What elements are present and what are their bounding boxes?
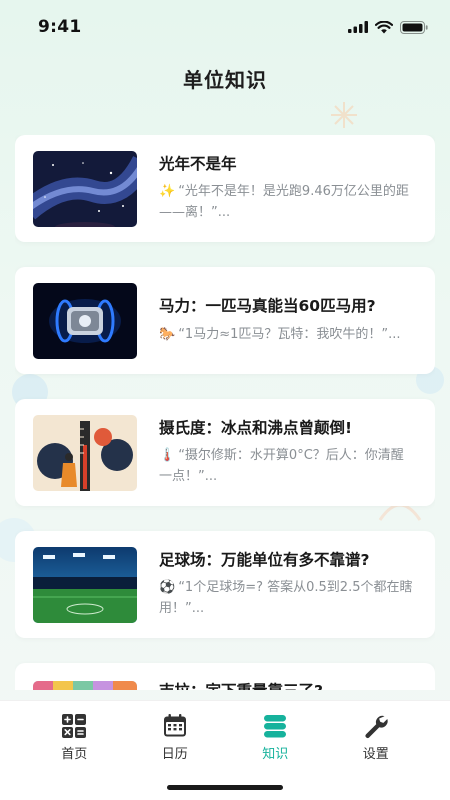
article-text: 吉拉：宇下重量靠三了? [159, 681, 415, 690]
article-title: 光年不是年 [159, 155, 237, 174]
calendar-icon [163, 714, 186, 737]
tab-settings[interactable]: 设置 [331, 713, 421, 800]
article-title: 足球场：万能单位有多不靠谱? [159, 551, 370, 570]
thermometer-icon: 🌡️ [159, 448, 176, 464]
article-text: 摄氏度：冰点和沸点曾颠倒! 🌡️ “摄尔修斯：水开算0°C？后人：你清醒一点！”.… [159, 418, 415, 486]
knowledge-icon [264, 715, 287, 738]
wifi-icon [375, 20, 393, 33]
article-card[interactable]: 摄氏度：冰点和沸点曾颠倒! 🌡️ “摄尔修斯：水开算0°C？后人：你清醒一点！”.… [15, 399, 435, 506]
soccer-ball-icon: ⚽ [159, 580, 176, 596]
battery-icon [400, 20, 428, 34]
signal-icon [348, 21, 368, 33]
tab-home[interactable]: 首页 [29, 713, 119, 800]
article-title: 吉拉：宇下重量靠三了? [159, 681, 415, 690]
tab-label: 知识 [262, 747, 289, 762]
calculator-icon [62, 714, 87, 738]
article-desc: ✨ “光年不是年！是光跑9.46万亿公里的距——离！”... [159, 184, 409, 220]
article-title: 马力：一匹马真能当60匹马用? [159, 297, 376, 316]
article-thumbnail [33, 150, 137, 227]
article-text: 足球场：万能单位有多不靠谱? ⚽ “1个足球场=? 答案从0.5到2.5个都在瞎用… [159, 550, 415, 618]
article-thumbnail [33, 546, 137, 623]
horse-icon: 🐎 [159, 326, 176, 342]
article-card[interactable]: 吉拉：宇下重量靠三了? [15, 663, 435, 690]
home-indicator[interactable] [167, 785, 283, 790]
tab-label: 日历 [161, 747, 188, 762]
article-desc: 🌡️ “摄尔修斯：水开算0°C？后人：你清醒一点！”... [159, 448, 404, 484]
article-text: 光年不是年 ✨ “光年不是年！是光跑9.46万亿公里的距——离！”... [159, 154, 415, 222]
tab-label: 设置 [362, 747, 389, 762]
article-title: 摄氏度：冰点和沸点曾颠倒! [159, 419, 353, 438]
article-desc: 🐎 “1马力≈1匹马？瓦特：我吹牛的！”... [159, 326, 401, 342]
status-icons [348, 20, 428, 34]
article-thumbnail [33, 414, 137, 491]
wrench-icon [365, 715, 388, 739]
article-thumbnail [33, 282, 137, 359]
article-list[interactable]: 光年不是年 ✨ “光年不是年！是光跑9.46万亿公里的距——离！”... 马力：一… [15, 135, 435, 690]
article-card[interactable]: 足球场：万能单位有多不靠谱? ⚽ “1个足球场=? 答案从0.5到2.5个都在瞎用… [15, 531, 435, 638]
article-text: 马力：一匹马真能当60匹马用? 🐎 “1马力≈1匹马？瓦特：我吹牛的！”... [159, 296, 415, 344]
page-title: 单位知识 [183, 68, 267, 92]
tab-label: 首页 [61, 747, 88, 762]
article-thumbnail [33, 681, 137, 690]
status-time: 9:41 [38, 17, 82, 37]
article-card[interactable]: 马力：一匹马真能当60匹马用? 🐎 “1马力≈1匹马？瓦特：我吹牛的！”... [15, 267, 435, 374]
sparkles-icon: ✨ [159, 184, 176, 200]
status-bar: 9:41 [0, 0, 450, 54]
article-desc: ⚽ “1个足球场=? 答案从0.5到2.5个都在瞎用！”... [159, 580, 413, 616]
article-card[interactable]: 光年不是年 ✨ “光年不是年！是光跑9.46万亿公里的距——离！”... [15, 135, 435, 242]
